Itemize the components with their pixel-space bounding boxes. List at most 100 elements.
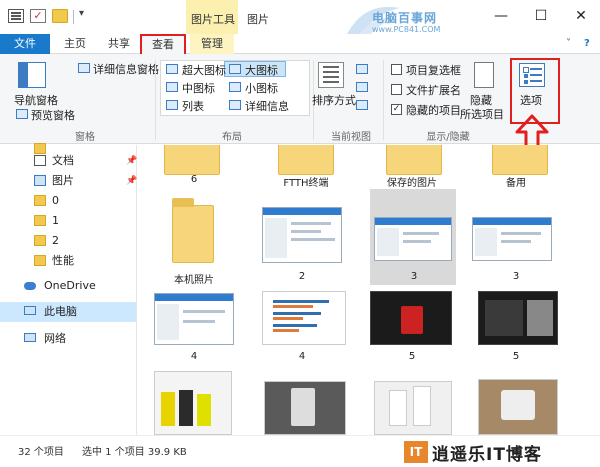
- file-label[interactable]: 保存的图片: [362, 174, 462, 189]
- checkmark-icon[interactable]: ✓: [30, 9, 46, 23]
- properties-icon[interactable]: [8, 9, 24, 23]
- tab-view[interactable]: 查看: [140, 34, 186, 54]
- file-label[interactable]: 3: [466, 271, 566, 282]
- nav-label: 文档: [52, 154, 74, 167]
- nav-item-pictures[interactable]: 图片 📌: [0, 171, 137, 191]
- minimize-button[interactable]: —: [491, 6, 511, 26]
- preview-pane-icon: [16, 109, 28, 119]
- file-extensions-label: 文件扩展名: [406, 84, 461, 97]
- tab-manage[interactable]: 管理: [190, 34, 234, 54]
- layout-list[interactable]: 列表: [182, 98, 204, 114]
- nav-label: 1: [52, 214, 59, 227]
- options-icon[interactable]: [519, 63, 545, 87]
- picture-tools-label: 图片工具: [191, 13, 235, 26]
- watermark-title: 电脑百事网: [372, 11, 438, 25]
- file-label[interactable]: 5: [362, 351, 462, 362]
- folder-icon[interactable]: [278, 145, 334, 175]
- nav-item-documents[interactable]: 文档 📌: [0, 151, 137, 171]
- nav-item-performance[interactable]: 性能: [0, 251, 136, 271]
- tab-home[interactable]: 主页: [58, 34, 92, 54]
- layout-extra-large[interactable]: 超大图标: [182, 62, 226, 78]
- file-label[interactable]: 4: [144, 351, 244, 362]
- help-icon[interactable]: ?: [584, 38, 590, 49]
- image-thumbnail[interactable]: [374, 381, 452, 435]
- file-label[interactable]: 3: [364, 271, 464, 282]
- this-pc-icon: [24, 306, 36, 315]
- layout-small[interactable]: 小图标: [245, 80, 278, 96]
- nav-label: OneDrive: [44, 279, 96, 292]
- network-icon: [24, 333, 36, 342]
- group-by-icon[interactable]: [356, 64, 368, 74]
- folder-icon[interactable]: [386, 145, 442, 175]
- image-thumbnail[interactable]: [262, 207, 342, 263]
- nav-item-this-pc[interactable]: 此电脑: [0, 302, 136, 322]
- hide-selected-icon[interactable]: [474, 62, 494, 88]
- image-thumbnail[interactable]: [370, 291, 452, 345]
- selection-info: 选中 1 个项目 39.9 KB: [82, 447, 187, 458]
- file-grid: 6 FTTH终端 保存的图片 备用 本机照片 2 3 3 4 4 5 5: [138, 145, 600, 435]
- new-folder-icon[interactable]: [52, 9, 68, 23]
- layout-details[interactable]: 详细信息: [245, 98, 289, 114]
- tab-share[interactable]: 共享: [102, 34, 136, 54]
- layout-medium[interactable]: 中图标: [182, 80, 215, 96]
- image-thumbnail[interactable]: [264, 381, 346, 435]
- navigation-pane-icon[interactable]: [18, 62, 46, 88]
- image-thumbnail[interactable]: [478, 291, 558, 345]
- file-label[interactable]: 2: [252, 271, 352, 282]
- close-button[interactable]: ✕: [571, 6, 591, 26]
- selected-items-label[interactable]: 所选项目: [460, 106, 504, 122]
- nav-item-onedrive[interactable]: OneDrive: [0, 276, 136, 296]
- file-label[interactable]: 备用: [466, 174, 566, 189]
- size-columns-icon[interactable]: [356, 100, 368, 110]
- file-label[interactable]: 6: [144, 174, 244, 185]
- file-extensions-checkbox[interactable]: [391, 84, 402, 95]
- item-checkboxes-checkbox[interactable]: [391, 64, 402, 75]
- hidden-items-label: 隐藏的项目: [406, 104, 461, 117]
- group-label-layout: 布局: [222, 132, 242, 143]
- nav-label: 图片: [52, 174, 74, 187]
- details-pane-icon: [78, 63, 90, 73]
- title-bar: ✓ ▾ 图片工具 图片 电脑百事网 www.PC841.COM — ☐ ✕: [0, 0, 600, 44]
- nav-item-folder-0[interactable]: 0: [0, 191, 136, 211]
- file-label[interactable]: 4: [252, 351, 352, 362]
- details-pane-button[interactable]: 详细信息窗格: [93, 61, 159, 77]
- image-thumbnail[interactable]: [154, 293, 234, 345]
- small-icons-icon: [229, 82, 241, 92]
- maximize-button[interactable]: ☐: [531, 6, 551, 26]
- tab-file[interactable]: 文件: [0, 34, 50, 54]
- sort-by-button[interactable]: 排序方式: [312, 92, 356, 108]
- add-columns-icon[interactable]: [356, 82, 368, 92]
- preview-pane-button[interactable]: 预览窗格: [31, 107, 75, 123]
- options-button[interactable]: 选项: [520, 92, 542, 108]
- image-thumbnail[interactable]: [374, 217, 452, 261]
- large-icons-icon: [229, 64, 241, 74]
- onedrive-icon: [24, 282, 36, 290]
- details-icon: [229, 100, 241, 110]
- folder-icon[interactable]: [492, 145, 548, 175]
- pin-icon[interactable]: 📌: [126, 171, 137, 191]
- file-label[interactable]: 5: [466, 351, 566, 362]
- folder-icon[interactable]: [172, 198, 214, 263]
- pin-icon[interactable]: 📌: [126, 151, 137, 171]
- layout-large[interactable]: 大图标: [245, 62, 278, 78]
- image-thumbnail[interactable]: [154, 371, 232, 435]
- file-label[interactable]: 本机照片: [144, 271, 244, 286]
- folder-icon: [34, 195, 46, 206]
- nav-label: 性能: [52, 254, 74, 267]
- item-checkboxes-label: 项目复选框: [406, 64, 461, 77]
- image-thumbnail[interactable]: [472, 217, 552, 261]
- quick-access-dropdown-icon[interactable]: ▾: [79, 8, 84, 19]
- nav-item-folder-2[interactable]: 2: [0, 231, 136, 251]
- collapse-ribbon-icon[interactable]: ˅: [566, 38, 571, 49]
- folder-icon[interactable]: [164, 145, 220, 175]
- hidden-items-checkbox[interactable]: ✓: [391, 104, 402, 115]
- sort-by-icon[interactable]: [318, 62, 344, 88]
- file-label[interactable]: FTTH终端: [256, 174, 356, 189]
- image-thumbnail[interactable]: [478, 379, 558, 435]
- nav-pane-button[interactable]: 导航窗格: [14, 92, 58, 108]
- image-thumbnail[interactable]: [262, 291, 346, 345]
- divider: [73, 10, 74, 24]
- nav-item-network[interactable]: 网络: [0, 329, 136, 349]
- item-count: 32 个项目: [18, 447, 64, 458]
- nav-item-folder-1[interactable]: 1: [0, 211, 136, 231]
